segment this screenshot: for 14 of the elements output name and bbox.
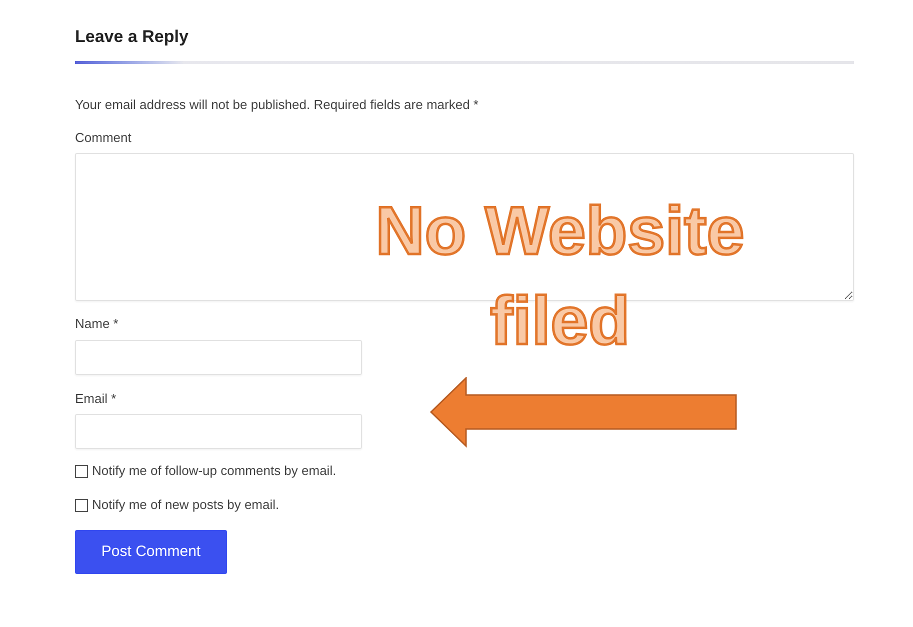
- annotation-text: No Website filed: [374, 192, 746, 361]
- checkbox[interactable]: [75, 464, 88, 478]
- arrow-icon: [429, 377, 739, 448]
- privacy-notice: Your email address will not be published. Required fields are marked *: [75, 97, 478, 113]
- post-comment-button[interactable]: Post Comment: [75, 530, 227, 574]
- checkbox[interactable]: [75, 498, 88, 512]
- section-heading: Leave a Reply: [75, 26, 188, 48]
- checkbox-label: Notify me of follow-up comments by email.: [92, 462, 336, 480]
- name-field[interactable]: [75, 340, 362, 375]
- email-field[interactable]: [75, 414, 362, 449]
- field-label: Comment: [75, 130, 132, 146]
- field-label: Email *: [75, 391, 116, 407]
- checkbox-label: Notify me of new posts by email.: [92, 496, 280, 514]
- field-label: Name *: [75, 316, 118, 332]
